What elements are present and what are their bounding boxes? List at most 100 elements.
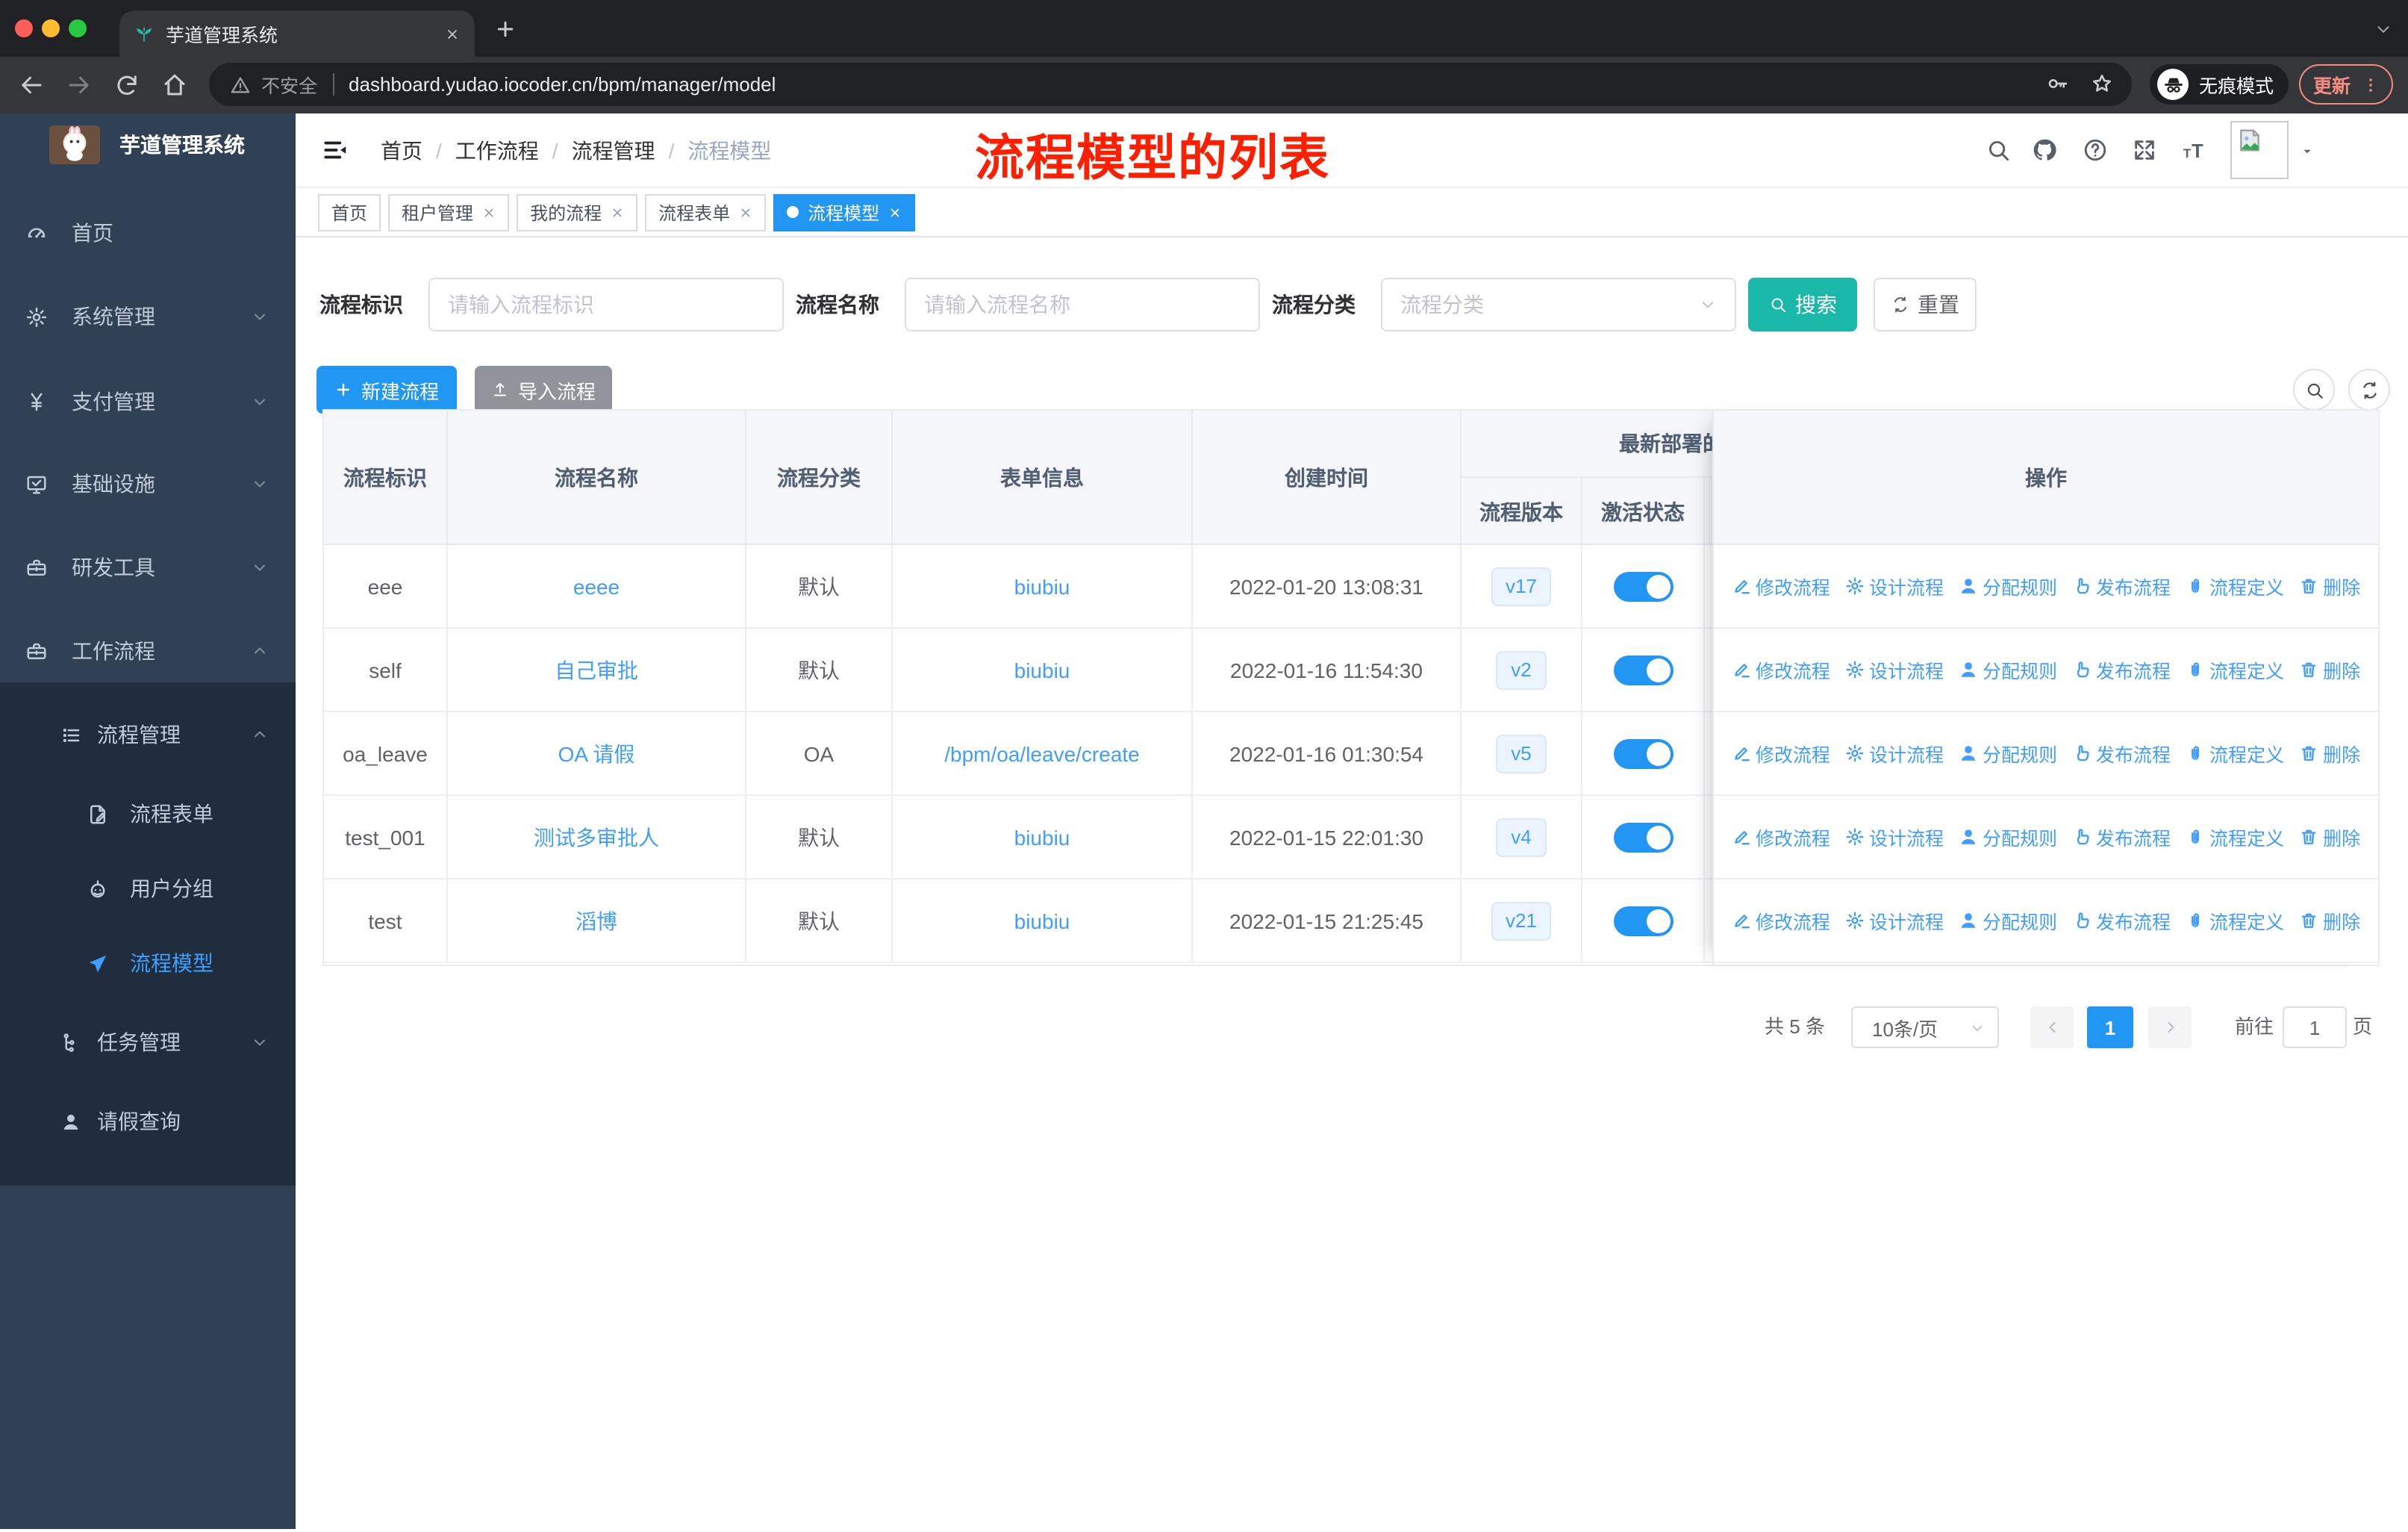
sidebar-item-首页[interactable]: 首页 [0,200,296,266]
form-info-link[interactable]: biubiu [1014,825,1070,849]
row-action-修改流程[interactable]: 修改流程 [1732,906,1830,935]
breadcrumb-item[interactable]: 工作流程 [455,135,539,165]
form-info-link[interactable]: /bpm/oa/leave/create [944,741,1140,765]
user-menu-caret-icon[interactable] [2301,145,2314,158]
close-icon[interactable] [482,205,496,219]
fullscreen-icon[interactable] [2132,137,2157,163]
row-action-删除[interactable]: 删除 [2299,656,2360,684]
row-action-修改流程[interactable]: 修改流程 [1732,656,1830,684]
breadcrumb-item[interactable]: 首页 [381,135,422,165]
row-action-设计流程[interactable]: 设计流程 [1845,739,1944,767]
version-badge[interactable]: v2 [1496,650,1547,689]
form-info-link[interactable]: biubiu [1014,909,1070,932]
breadcrumb-item[interactable]: 流程模型 [687,135,771,165]
filter-name-input[interactable] [905,278,1260,331]
back-button[interactable] [18,72,45,99]
page-number-1[interactable]: 1 [2087,1006,2133,1048]
tab-tag-首页[interactable]: 首页 [318,193,381,231]
model-name-link[interactable]: 自己审批 [555,655,638,685]
model-name-link[interactable]: OA 请假 [558,738,635,768]
show-search-toggle-button[interactable] [2293,369,2335,411]
row-action-分配规则[interactable]: 分配规则 [1959,739,2057,767]
password-key-icon[interactable] [2045,72,2069,96]
model-name-link[interactable]: eeee [573,574,620,598]
sidebar-item-系统管理[interactable]: 系统管理 [0,284,296,349]
tab-close-icon[interactable] [445,26,460,41]
breadcrumb-item[interactable]: 流程管理 [572,135,655,165]
font-size-icon[interactable] [2181,137,2206,163]
create-model-button[interactable]: 新建流程 [316,366,457,414]
row-action-删除[interactable]: 删除 [2299,906,2360,935]
row-action-分配规则[interactable]: 分配规则 [1959,906,2057,935]
sidebar-item-流程管理[interactable]: 流程管理 [0,702,296,767]
active-toggle[interactable] [1613,655,1673,685]
tab-tag-我的流程[interactable]: 我的流程 [517,193,638,231]
version-badge[interactable]: v5 [1496,734,1547,773]
version-badge[interactable]: v17 [1491,567,1552,605]
reset-button[interactable]: 重置 [1874,278,1977,331]
avatar[interactable] [2230,121,2289,179]
close-icon[interactable] [739,205,752,219]
sidebar-collapse-icon[interactable] [321,136,349,164]
tab-search-chevron-icon[interactable] [2374,19,2393,39]
sidebar-item-工作流程[interactable]: 工作流程 [0,618,296,684]
close-icon[interactable] [888,205,902,219]
browser-menu-dots-icon[interactable] [2361,75,2379,93]
row-action-流程定义[interactable]: 流程定义 [2186,906,2284,935]
sidebar-item-流程表单[interactable]: 流程表单 [0,781,296,847]
page-size-select[interactable]: 10条/页 [1851,1006,1999,1048]
row-action-设计流程[interactable]: 设计流程 [1845,572,1944,600]
home-button[interactable] [161,72,188,99]
row-action-修改流程[interactable]: 修改流程 [1732,739,1830,767]
row-action-发布流程[interactable]: 发布流程 [2072,739,2171,767]
row-action-分配规则[interactable]: 分配规则 [1959,572,2057,600]
row-action-发布流程[interactable]: 发布流程 [2072,906,2171,935]
row-action-设计流程[interactable]: 设计流程 [1845,656,1944,684]
active-toggle[interactable] [1613,822,1673,852]
browser-tab[interactable]: 芋道管理系统 [119,10,475,57]
window-minimize-button[interactable] [42,19,60,37]
sidebar-item-基础设施[interactable]: 基础设施 [0,451,296,517]
tab-tag-租户管理[interactable]: 租户管理 [388,193,510,231]
tab-tag-流程表单[interactable]: 流程表单 [645,193,767,231]
row-action-删除[interactable]: 删除 [2299,572,2360,600]
active-toggle[interactable] [1613,571,1673,601]
sidebar-item-请假查询[interactable]: 请假查询 [0,1089,296,1154]
row-action-流程定义[interactable]: 流程定义 [2186,739,2284,767]
row-action-设计流程[interactable]: 设计流程 [1845,906,1944,935]
row-action-修改流程[interactable]: 修改流程 [1732,572,1830,600]
bookmark-star-icon[interactable] [2090,72,2114,96]
app-logo[interactable]: 芋道管理系统 [49,125,245,164]
close-icon[interactable] [611,205,624,219]
next-page-button[interactable] [2148,1006,2192,1048]
tab-tag-流程模型[interactable]: 流程模型 [773,193,916,231]
sidebar-item-任务管理[interactable]: 任务管理 [0,1009,296,1075]
filter-key-input[interactable] [428,278,784,331]
row-action-删除[interactable]: 删除 [2299,739,2360,767]
import-model-button[interactable]: 导入流程 [475,366,612,414]
url-text[interactable]: dashboard.yudao.iocoder.cn/bpm/manager/m… [349,73,776,96]
model-name-link[interactable]: 滔博 [576,906,617,935]
not-secure-warning-icon[interactable] [230,74,251,95]
row-action-修改流程[interactable]: 修改流程 [1732,823,1830,851]
prev-page-button[interactable] [2030,1006,2074,1048]
window-zoom-button[interactable] [69,19,87,37]
window-close-button[interactable] [15,19,33,37]
sidebar-item-流程模型[interactable]: 流程模型 [0,930,296,996]
reload-button[interactable] [113,72,140,99]
row-action-删除[interactable]: 删除 [2299,823,2360,851]
new-tab-button[interactable] [494,18,517,40]
browser-update-chip[interactable]: 更新 [2299,64,2393,105]
row-action-设计流程[interactable]: 设计流程 [1845,823,1944,851]
version-badge[interactable]: v21 [1491,901,1552,940]
active-toggle[interactable] [1613,906,1673,935]
model-name-link[interactable]: 测试多审批人 [534,822,659,852]
row-action-发布流程[interactable]: 发布流程 [2072,823,2171,851]
url-bar[interactable]: 不安全 dashboard.yudao.iocoder.cn/bpm/manag… [209,63,2132,106]
form-info-link[interactable]: biubiu [1014,574,1070,598]
search-button[interactable]: 搜索 [1748,278,1857,331]
goto-page-input[interactable] [2283,1006,2347,1048]
sidebar-item-支付管理[interactable]: 支付管理 [0,369,296,435]
row-action-发布流程[interactable]: 发布流程 [2072,656,2171,684]
active-toggle[interactable] [1613,738,1673,768]
